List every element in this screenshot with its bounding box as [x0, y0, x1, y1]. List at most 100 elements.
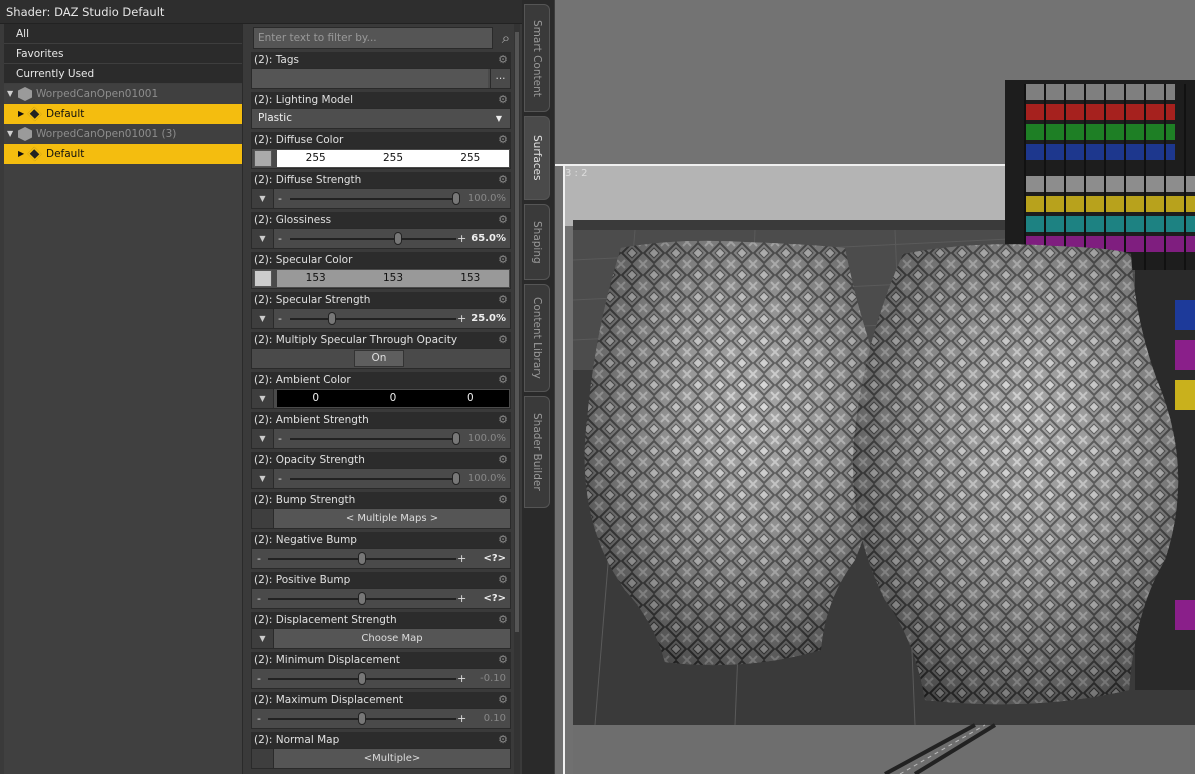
search-icon[interactable]: ⌕ [497, 27, 515, 49]
slider-value[interactable]: <?> [483, 589, 506, 608]
diffuse-map-slot[interactable] [254, 150, 272, 167]
bump-map-button[interactable]: < Multiple Maps > [274, 509, 510, 528]
slider-value[interactable]: 0.10 [484, 709, 506, 728]
gear-icon[interactable]: ⚙ [498, 533, 508, 547]
tags-field[interactable] [252, 69, 488, 88]
slider-track[interactable] [290, 238, 456, 240]
map-menu-button[interactable]: ▼ [252, 469, 274, 488]
slider-value[interactable]: 65.0% [471, 229, 506, 248]
slider-track[interactable] [290, 438, 456, 440]
decrement-button[interactable]: - [278, 189, 282, 208]
slider-value[interactable]: 100.0% [468, 469, 506, 488]
map-menu-button[interactable]: ▼ [252, 389, 274, 408]
tree-surface-default-1[interactable]: ▶ Default [4, 104, 242, 124]
tree-node-object-1[interactable]: ▼ WorpedCanOpen01001 [4, 84, 242, 104]
tab-surfaces[interactable]: Surfaces [524, 116, 550, 200]
gear-icon[interactable]: ⚙ [498, 373, 508, 387]
filter-input[interactable]: Enter text to filter by... [253, 27, 493, 49]
prop-label: (2): Diffuse Strength ⚙ [251, 172, 511, 188]
gear-icon[interactable]: ⚙ [498, 613, 508, 627]
map-menu-button[interactable]: ▼ [252, 229, 274, 248]
gear-icon[interactable]: ⚙ [498, 253, 508, 267]
gear-icon[interactable]: ⚙ [498, 133, 508, 147]
decrement-button[interactable]: - [257, 669, 261, 688]
tree-node-label: WorpedCanOpen01001 [36, 88, 159, 100]
choose-map-button[interactable]: Choose Map [274, 629, 510, 648]
slider-knob[interactable] [358, 712, 366, 725]
gear-icon[interactable]: ⚙ [498, 333, 508, 347]
tree-surface-default-2[interactable]: ▶ Default [4, 144, 242, 164]
property-scrollbar[interactable] [514, 24, 520, 774]
ambient-color-field[interactable]: 000 [277, 390, 509, 407]
tags-browse-button[interactable]: ... [490, 69, 510, 88]
gear-icon[interactable]: ⚙ [498, 453, 508, 467]
increment-button[interactable]: + [457, 709, 466, 728]
specular-map-slot[interactable] [254, 270, 272, 287]
tree-node-object-2[interactable]: ▼ WorpedCanOpen01001 (3) [4, 124, 242, 144]
decrement-button[interactable]: - [257, 549, 261, 568]
decrement-button[interactable]: - [278, 309, 282, 328]
increment-button[interactable]: + [457, 229, 466, 248]
gear-icon[interactable]: ⚙ [498, 693, 508, 707]
increment-button[interactable]: + [457, 669, 466, 688]
slider-knob[interactable] [358, 592, 366, 605]
slider-knob[interactable] [393, 232, 402, 245]
slider-value[interactable]: 100.0% [468, 189, 506, 208]
map-menu-button[interactable]: ▼ [252, 309, 274, 328]
slider-knob[interactable] [327, 312, 336, 325]
gear-icon[interactable]: ⚙ [498, 653, 508, 667]
expand-icon[interactable]: ▼ [7, 124, 13, 144]
slider-value[interactable]: -0.10 [480, 669, 506, 688]
map-slot[interactable] [252, 509, 274, 528]
category-favorites[interactable]: Favorites [4, 44, 242, 64]
slider-value[interactable]: <?> [483, 549, 506, 568]
map-menu-button[interactable]: ▼ [252, 629, 274, 648]
category-all[interactable]: All [4, 24, 242, 44]
slider-knob[interactable] [452, 432, 460, 445]
tab-shaping[interactable]: Shaping [524, 204, 550, 280]
multiply-specular-toggle[interactable]: On [354, 350, 404, 367]
slider-track[interactable] [290, 198, 456, 200]
gear-icon[interactable]: ⚙ [498, 293, 508, 307]
category-currently-used[interactable]: Currently Used [4, 64, 242, 84]
map-menu-button[interactable]: ▼ [252, 189, 274, 208]
gear-icon[interactable]: ⚙ [498, 213, 508, 227]
lighting-model-select[interactable]: Plastic ▼ [252, 109, 510, 128]
tab-shader-builder[interactable]: Shader Builder [524, 396, 550, 508]
decrement-button[interactable]: - [278, 469, 282, 488]
3d-viewport[interactable]: 3 : 2 [555, 0, 1195, 774]
map-slot[interactable] [252, 749, 274, 768]
normal-map-button[interactable]: <Multiple> [274, 749, 510, 768]
decrement-button[interactable]: - [257, 709, 261, 728]
map-menu-button[interactable]: ▼ [252, 429, 274, 448]
collapsed-icon[interactable]: ▶ [18, 144, 24, 164]
scroll-thumb[interactable] [515, 32, 519, 632]
gear-icon[interactable]: ⚙ [498, 573, 508, 587]
slider-knob[interactable] [452, 472, 460, 485]
gear-icon[interactable]: ⚙ [498, 173, 508, 187]
gear-icon[interactable]: ⚙ [498, 93, 508, 107]
decrement-button[interactable]: - [278, 229, 282, 248]
slider-knob[interactable] [358, 552, 366, 565]
gear-icon[interactable]: ⚙ [498, 733, 508, 747]
slider-knob[interactable] [358, 672, 366, 685]
slider-knob[interactable] [452, 192, 460, 205]
tab-smart-content[interactable]: Smart Content [524, 4, 550, 112]
gear-icon[interactable]: ⚙ [498, 53, 508, 67]
collapsed-icon[interactable]: ▶ [18, 104, 24, 124]
gear-icon[interactable]: ⚙ [498, 413, 508, 427]
increment-button[interactable]: + [457, 549, 466, 568]
slider-value[interactable]: 100.0% [468, 429, 506, 448]
increment-button[interactable]: + [457, 309, 466, 328]
slider-track[interactable] [290, 478, 456, 480]
specular-color-field[interactable]: 153 153 153 [277, 270, 509, 287]
tab-content-library[interactable]: Content Library [524, 284, 550, 392]
gear-icon[interactable]: ⚙ [498, 493, 508, 507]
slider-track[interactable] [290, 318, 456, 320]
slider-value[interactable]: 25.0% [471, 309, 506, 328]
decrement-button[interactable]: - [257, 589, 261, 608]
decrement-button[interactable]: - [278, 429, 282, 448]
diffuse-color-field[interactable]: 255 255 255 [277, 150, 509, 167]
increment-button[interactable]: + [457, 589, 466, 608]
expand-icon[interactable]: ▼ [7, 84, 13, 104]
